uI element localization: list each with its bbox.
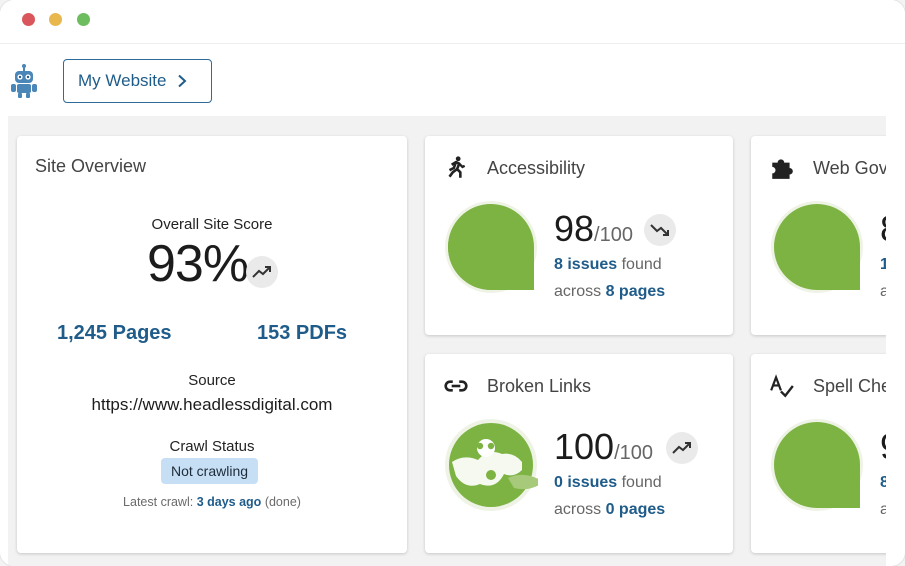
spell-check-issues: 8 — [880, 474, 886, 492]
minimize-window-button[interactable] — [49, 13, 62, 26]
close-window-button[interactable] — [22, 13, 35, 26]
accessibility-issues: 8 issues found — [554, 256, 662, 274]
maximize-window-button[interactable] — [77, 13, 90, 26]
broken-links-score: 100/100 — [554, 426, 653, 468]
source-url: https://www.headlessdigital.com — [91, 395, 333, 414]
site-overview-card: Site Overview Overall Site Score 93% 1,2… — [17, 136, 407, 553]
spell-check-score-gauge — [771, 419, 863, 511]
web-governance-title: Web Governance — [813, 158, 886, 178]
accessibility-score-denominator: /100 — [594, 224, 633, 246]
broken-links-issues: 0 issues found — [554, 474, 662, 492]
trend-down-button[interactable] — [644, 214, 676, 246]
accessibility-running-icon — [448, 156, 466, 178]
spell-check-pages: a — [880, 501, 886, 518]
chevron-right-icon — [177, 74, 186, 88]
broken-links-pages-prefix: across — [554, 501, 602, 518]
accessibility-card[interactable]: Accessibility 98/100 8 issues found acro… — [425, 136, 733, 335]
latest-crawl-info: Latest crawl: 3 days ago (done) — [17, 495, 407, 509]
broken-links-trend-up-button[interactable] — [666, 432, 698, 464]
trend-up-button[interactable] — [246, 256, 278, 288]
web-governance-pages: a — [880, 283, 886, 300]
spell-check-card[interactable]: Spell Check 9 8 a — [751, 354, 886, 553]
accessibility-issues-suffix: found — [621, 256, 662, 273]
trending-down-icon — [650, 224, 669, 236]
crawl-status-label: Crawl Status — [169, 438, 255, 455]
latest-crawl-link[interactable]: 3 days ago — [197, 495, 262, 509]
site-selector-label: My Website — [78, 71, 167, 90]
web-governance-issues-link[interactable]: 1 — [880, 256, 886, 273]
app-window: My Website Site Overview Overall Site Sc… — [0, 0, 905, 566]
overall-score-value: 93% — [147, 235, 249, 293]
accessibility-pages-link[interactable]: 8 pages — [606, 283, 666, 300]
pdfs-count-link[interactable]: 153 PDFs — [257, 322, 347, 345]
accessibility-pages-prefix: across — [554, 283, 602, 300]
puzzle-piece-icon — [772, 159, 793, 179]
broken-links-issues-link[interactable]: 0 issues — [554, 474, 617, 491]
broken-links-illustration — [445, 419, 538, 511]
broken-links-title: Broken Links — [487, 376, 592, 396]
latest-crawl-prefix: Latest crawl: — [123, 495, 194, 509]
source-label: Source — [188, 372, 236, 389]
accessibility-score-gauge — [445, 201, 537, 293]
top-bar: My Website — [0, 45, 905, 115]
spell-check-issues-link[interactable]: 8 — [880, 474, 886, 491]
web-governance-score: 8 — [880, 208, 886, 250]
robot-logo-icon[interactable] — [8, 63, 40, 99]
spell-check-score: 9 — [880, 426, 886, 468]
accessibility-title: Accessibility — [487, 158, 586, 178]
broken-links-card[interactable]: Broken Links 100/100 0 issues found acro… — [425, 354, 733, 553]
site-selector-button[interactable]: My Website — [63, 59, 212, 103]
broken-links-pages-link[interactable]: 0 pages — [606, 501, 666, 518]
site-overview-title: Site Overview — [35, 156, 147, 176]
spellcheck-icon — [770, 374, 794, 398]
dashboard-content: Site Overview Overall Site Score 93% 1,2… — [8, 116, 886, 566]
accessibility-score: 98/100 — [554, 208, 633, 250]
broken-links-score-value: 100 — [554, 426, 615, 467]
pages-count-link[interactable]: 1,245 Pages — [57, 322, 172, 345]
web-governance-issues: 1 — [880, 256, 886, 274]
spell-check-title: Spell Check — [813, 376, 886, 396]
crawl-status-badge: Not crawling — [161, 458, 259, 484]
web-governance-score-gauge — [771, 201, 863, 293]
broken-links-pages: across 0 pages — [554, 501, 665, 519]
accessibility-score-value: 98 — [554, 208, 595, 249]
trending-up-icon — [672, 442, 691, 454]
latest-crawl-suffix: (done) — [264, 495, 301, 509]
accessibility-issues-link[interactable]: 8 issues — [554, 256, 617, 273]
broken-links-issues-suffix: found — [621, 474, 662, 491]
overall-score-label: Overall Site Score — [151, 216, 273, 233]
title-bar — [0, 0, 905, 44]
trending-up-icon — [252, 266, 271, 278]
broken-links-score-denominator: /100 — [614, 442, 654, 464]
link-icon — [444, 380, 468, 392]
web-governance-card[interactable]: Web Governance 8 1 a — [751, 136, 886, 335]
accessibility-pages: across 8 pages — [554, 283, 665, 301]
